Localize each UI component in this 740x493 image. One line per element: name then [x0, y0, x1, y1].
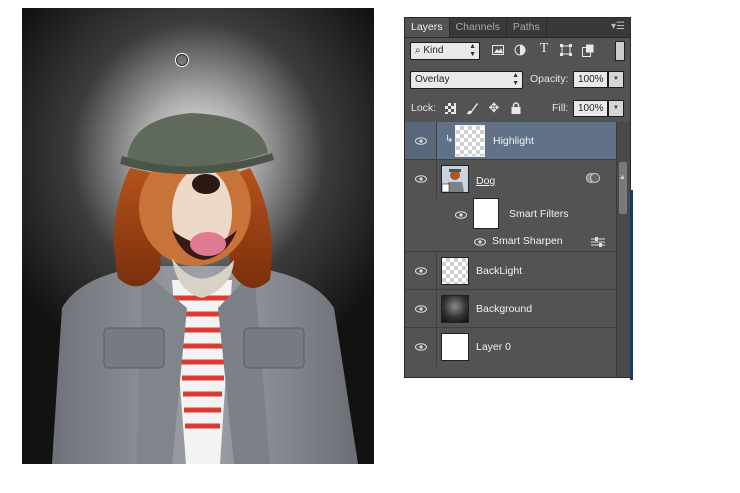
document-canvas[interactable]	[22, 8, 374, 464]
dog-in-jacket-artwork	[52, 113, 358, 464]
clipping-mask-arrow-icon: ↳	[445, 134, 454, 145]
opacity-field[interactable]: 100%	[573, 71, 608, 88]
visibility-eye-icon[interactable]	[405, 122, 437, 159]
smart-sharpen-filter-row[interactable]: Smart Sharpen	[405, 231, 618, 252]
filter-toggle-switch[interactable]	[615, 41, 625, 61]
layer-name[interactable]: Background	[476, 303, 532, 315]
visibility-eye-icon[interactable]	[474, 237, 486, 249]
window-edge-strip	[630, 190, 633, 380]
layer-thumbnail[interactable]	[441, 165, 469, 193]
fill-slider-button[interactable]: ▼	[608, 100, 624, 117]
type-filter-icon[interactable]: T	[537, 41, 551, 56]
layer-thumbnail[interactable]	[441, 257, 469, 285]
layer-thumbnail[interactable]	[441, 295, 469, 323]
brush-cursor	[175, 53, 189, 67]
layer-name[interactable]: Dog	[476, 175, 495, 187]
layer-highlight[interactable]: ↳ Highlight	[405, 122, 618, 160]
lock-transparent-icon[interactable]	[443, 101, 457, 115]
layers-panel: Layers Channels Paths ▾☰ ⌕ Kind ▲ ▼ T Ove…	[404, 17, 631, 378]
smart-object-filter-icon[interactable]	[581, 43, 595, 57]
visibility-eye-icon[interactable]	[405, 252, 437, 289]
layer-backlight[interactable]: BackLight	[405, 252, 618, 290]
visibility-eye-icon-spacer	[405, 231, 436, 251]
layer-thumbnail[interactable]	[455, 125, 485, 157]
lock-all-icon[interactable]	[509, 101, 523, 115]
visibility-eye-icon[interactable]	[455, 210, 467, 222]
shape-filter-icon[interactable]	[559, 43, 573, 57]
visibility-eye-icon[interactable]	[405, 328, 437, 366]
visibility-eye-icon[interactable]	[405, 290, 437, 327]
scroll-up-arrow-icon[interactable]: ▲	[619, 174, 626, 181]
opacity-label: Opacity:	[530, 73, 569, 85]
smart-filters-row[interactable]: Smart Filters	[405, 198, 618, 231]
filter-blending-options-icon[interactable]	[591, 237, 605, 250]
kind-filter-dropdown[interactable]: ⌕ Kind ▲ ▼	[410, 42, 480, 60]
smart-filter-indicator-icon[interactable]	[586, 172, 600, 187]
layers-list: ↳ Highlight Dog Smart Filters Smart Shar…	[405, 122, 618, 366]
lock-image-icon[interactable]	[465, 101, 479, 115]
visibility-eye-icon-spacer	[405, 198, 436, 231]
layer-name[interactable]: BackLight	[476, 265, 522, 277]
dropdown-arrows-icon: ▲ ▼	[512, 72, 519, 87]
lock-label: Lock:	[411, 102, 437, 114]
tab-channels[interactable]: Channels	[450, 18, 507, 37]
smart-filters-label: Smart Filters	[509, 208, 569, 220]
layer-background[interactable]: Background	[405, 290, 618, 328]
panel-menu-icon[interactable]: ▾☰	[611, 20, 625, 34]
panel-tab-bar: Layers Channels Paths ▾☰	[405, 18, 630, 38]
lock-position-icon[interactable]: ✥	[487, 100, 501, 115]
tab-layers[interactable]: Layers	[405, 18, 450, 37]
layers-scrollbar[interactable]: ▲	[616, 122, 630, 377]
layer-name[interactable]: Layer 0	[476, 341, 511, 353]
layer-dog[interactable]: Dog	[405, 160, 618, 198]
fill-field[interactable]: 100%	[573, 100, 608, 117]
layer-0[interactable]: Layer 0	[405, 328, 618, 366]
image-filter-icon[interactable]	[491, 43, 505, 57]
kind-filter-label: Kind	[423, 45, 444, 56]
blend-mode-dropdown[interactable]: Overlay ▲ ▼	[410, 71, 523, 89]
smart-filter-mask-thumbnail[interactable]	[473, 198, 499, 229]
tab-paths[interactable]: Paths	[507, 18, 547, 37]
scrollbar-thumb[interactable]	[619, 162, 627, 214]
layer-thumbnail[interactable]	[441, 333, 469, 361]
adjustment-filter-icon[interactable]	[513, 43, 527, 57]
blend-mode-value: Overlay	[415, 74, 450, 85]
fill-label: Fill:	[552, 102, 569, 114]
smart-sharpen-label: Smart Sharpen	[492, 235, 563, 247]
opacity-slider-button[interactable]: ▼	[608, 71, 624, 88]
layer-name[interactable]: Highlight	[493, 135, 534, 147]
dropdown-arrows-icon: ▲ ▼	[469, 43, 476, 58]
visibility-eye-icon[interactable]	[405, 160, 437, 198]
